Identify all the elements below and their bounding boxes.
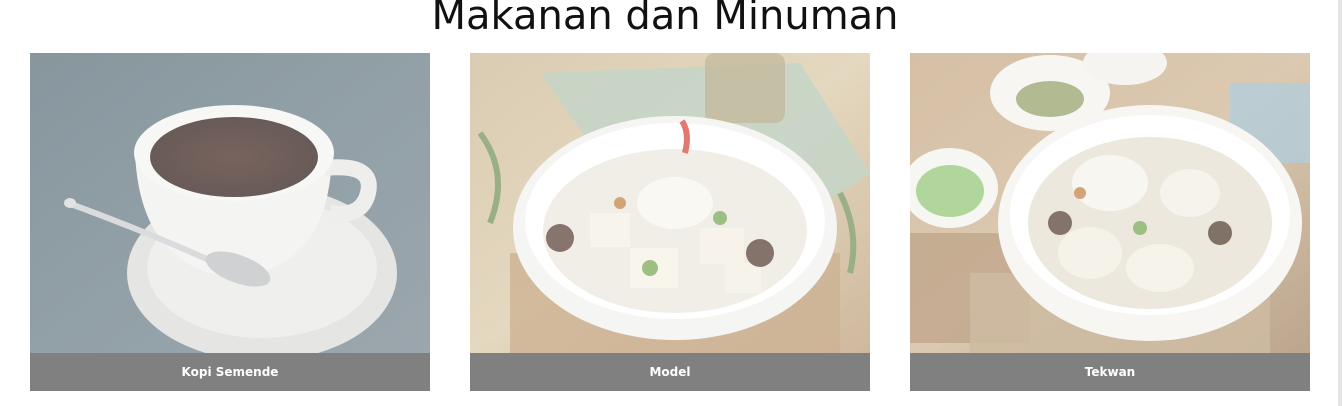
tekwan-soup-bowl-photo[interactable] xyxy=(910,53,1310,353)
model-soup-image xyxy=(470,53,870,353)
card-caption: Kopi Semende xyxy=(30,353,430,391)
menu-card-tekwan[interactable]: Tekwan xyxy=(910,53,1310,391)
menu-card-kopi-semende[interactable]: Kopi Semende xyxy=(30,53,430,391)
coffee-cup-image xyxy=(30,53,430,353)
page: Makanan dan Minuman Kopi Semende Model T… xyxy=(0,0,1342,406)
model-soup-bowl-photo[interactable] xyxy=(470,53,870,353)
card-caption: Tekwan xyxy=(910,353,1310,391)
card-caption: Model xyxy=(470,353,870,391)
coffee-cup-photo[interactable] xyxy=(30,53,430,353)
page-scrollbar[interactable] xyxy=(1338,0,1342,406)
menu-card-model[interactable]: Model xyxy=(470,53,870,391)
section-title: Makanan dan Minuman xyxy=(431,0,899,39)
tekwan-soup-image xyxy=(910,53,1310,353)
